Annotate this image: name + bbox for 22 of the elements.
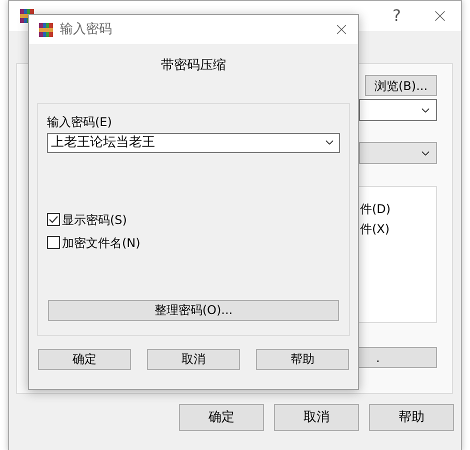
dropdown-field[interactable] (359, 142, 437, 164)
dropdown-field[interactable] (359, 99, 437, 121)
checkbox[interactable] (47, 236, 60, 249)
browse-button[interactable]: 浏览(B)... (365, 75, 437, 96)
checkbox-label: 显示密码(S) (62, 212, 127, 228)
dialog-button[interactable]: 确定 (38, 348, 131, 370)
checkbox[interactable] (47, 213, 60, 226)
dialog-button[interactable]: 确定 (179, 404, 264, 431)
dialog-button[interactable]: 帮助 (256, 348, 349, 370)
archive-books-icon (38, 22, 54, 38)
dialog-heading: 带密码压缩 (160, 57, 227, 75)
checkbox-label: 加密文件名(N) (62, 234, 140, 252)
field-label: 输入密码(E) (47, 114, 113, 130)
option-label: 件(D) (360, 201, 392, 218)
option-label: 件(X) (360, 221, 391, 238)
help-glyph[interactable]: ? (392, 4, 401, 28)
organize-button[interactable]: 整理密码(O)... (48, 300, 339, 320)
dialog-button[interactable]: 取消 (274, 404, 359, 431)
window-title: 输入密码 (60, 20, 113, 39)
dialog-button[interactable]: 帮助 (369, 404, 454, 431)
dialog-button[interactable]: 取消 (147, 348, 240, 370)
password-field[interactable]: 上老王论坛当老王 (47, 132, 340, 152)
